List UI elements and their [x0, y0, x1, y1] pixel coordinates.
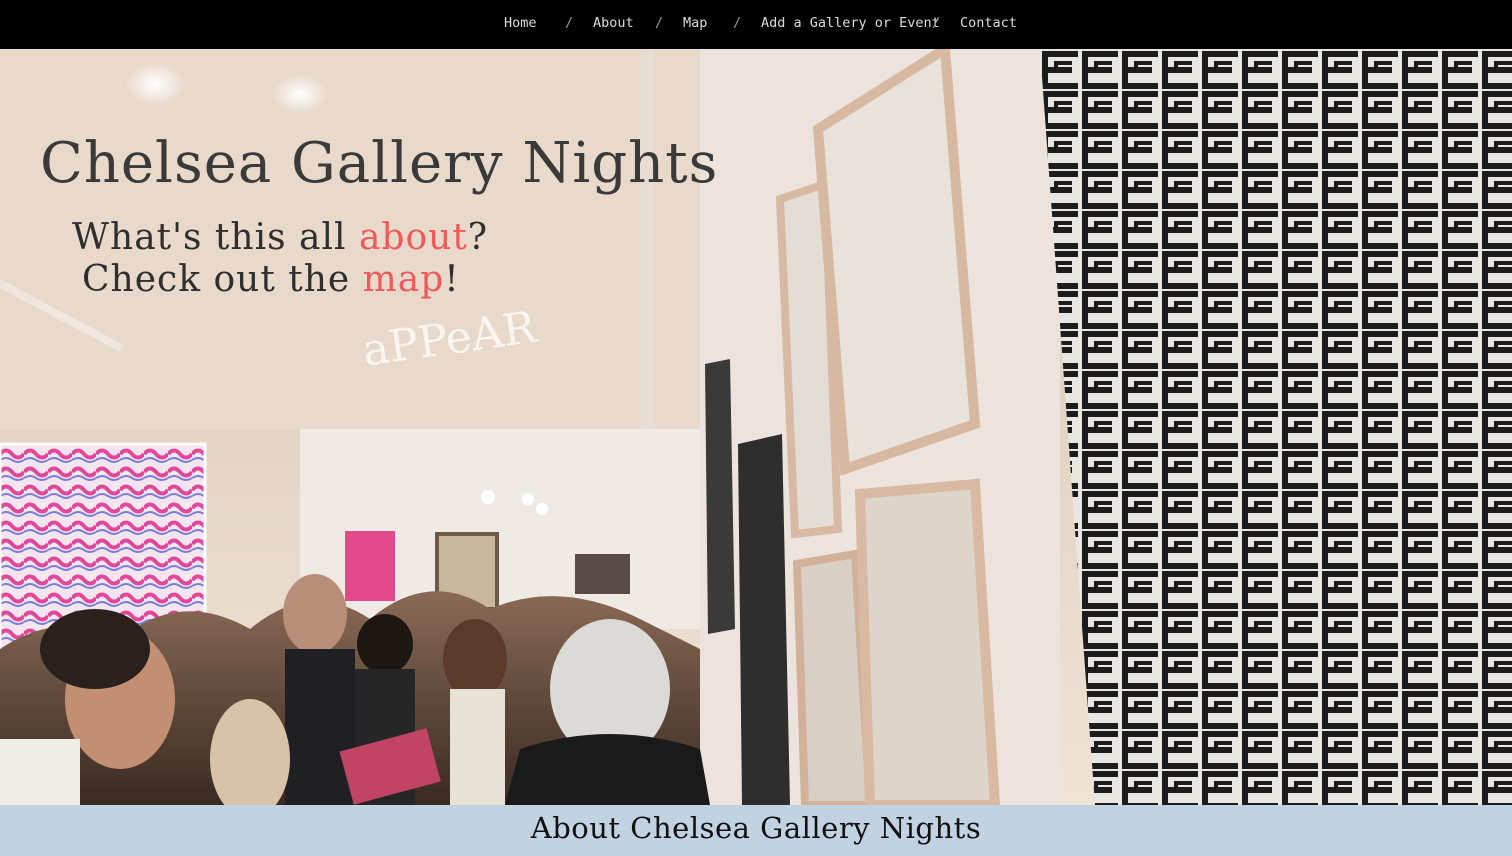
nav-link-contact[interactable]: Contact	[960, 14, 1017, 32]
about-link[interactable]: about	[359, 217, 468, 258]
tagline-about-prefix: What's this all	[72, 217, 359, 258]
map-link[interactable]: map	[363, 259, 445, 300]
tagline-map-suffix: !	[444, 259, 460, 300]
about-heading: About Chelsea Gallery Nights	[530, 811, 982, 845]
nav-separator: /	[932, 15, 941, 31]
site-title: Chelsea Gallery Nights	[40, 131, 719, 196]
nav-link-map[interactable]: Map	[683, 14, 707, 32]
nav-link-about[interactable]: About	[593, 14, 634, 32]
nav-separator: /	[655, 15, 664, 31]
hero-section: aPPeAR Chelsea Gallery Nights What's thi…	[0, 49, 1512, 805]
nav-link-home[interactable]: Home	[504, 14, 537, 32]
nav-link-add-gallery[interactable]: Add a Gallery or Event	[761, 14, 940, 32]
nav-separator: /	[565, 15, 574, 31]
tagline-map-prefix: Check out the	[82, 259, 363, 300]
tagline-about-suffix: ?	[467, 217, 489, 258]
nav-separator: /	[733, 15, 742, 31]
tagline-map: Check out the map!	[82, 257, 460, 303]
about-section-header: About Chelsea Gallery Nights	[0, 805, 1512, 856]
top-navigation: Home / About / Map / Add a Gallery or Ev…	[0, 0, 1512, 49]
tagline-about: What's this all about?	[72, 215, 488, 261]
